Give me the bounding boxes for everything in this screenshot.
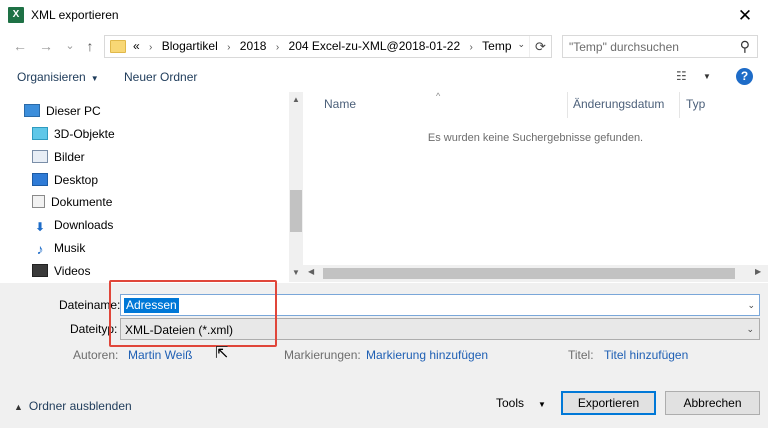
video-icon <box>32 264 48 277</box>
cancel-button[interactable]: Abbrechen <box>665 391 760 415</box>
tree-item-desktop[interactable]: Desktop <box>32 169 98 191</box>
search-box[interactable]: "Temp" durchsuchen ⚲ <box>562 35 758 58</box>
excel-icon: X <box>8 7 24 23</box>
up-arrow-icon[interactable]: ↑ <box>80 36 100 56</box>
organize-label: Organisieren <box>17 70 86 84</box>
search-icon[interactable]: ⚲ <box>740 38 750 55</box>
close-button[interactable]: ✕ <box>722 0 768 31</box>
tags-label: Markierungen: <box>284 348 361 362</box>
hide-folders-button[interactable]: ▲ Ordner ausblenden <box>14 399 132 413</box>
scroll-left-icon[interactable]: ◀ <box>308 267 314 276</box>
empty-result-message: Es wurden keine Suchergebnisse gefunden. <box>427 132 644 144</box>
column-header-date[interactable]: Änderungsdatum <box>573 97 664 111</box>
forward-arrow-icon[interactable]: → <box>36 36 56 56</box>
file-list: ^ Name Änderungsdatum Typ Es wurden kein… <box>303 91 768 282</box>
chevron-right-icon[interactable]: › <box>149 37 152 58</box>
tree-item-label: Downloads <box>54 218 114 232</box>
filename-value[interactable]: Adressen <box>124 298 179 313</box>
navigation-pane: Dieser PC 3D-Objekte Bilder Desktop Doku… <box>0 92 303 282</box>
scroll-up-icon[interactable]: ▲ <box>289 95 303 104</box>
navigation-bar: ← → ⌄ ↑ « › Blogartikel › 2018 › 204 Exc… <box>0 31 768 61</box>
organize-button[interactable]: Organisieren ▼ <box>17 70 99 84</box>
desktop-icon <box>32 173 48 186</box>
tree-item-musik[interactable]: ♪ Musik <box>32 237 86 259</box>
navigation-scrollbar[interactable]: ▲ ▼ <box>289 92 303 282</box>
back-arrow-icon[interactable]: ← <box>10 36 30 56</box>
new-folder-button[interactable]: Neuer Ordner <box>124 70 197 84</box>
add-tag-link[interactable]: Markierung hinzufügen <box>366 348 488 362</box>
scrollbar-thumb[interactable] <box>290 190 302 232</box>
tree-item-label: Bilder <box>54 150 85 164</box>
mouse-cursor-icon: ⇱ <box>215 345 229 362</box>
view-options-icon[interactable]: ☷ <box>676 69 687 83</box>
add-title-link[interactable]: Titel hinzufügen <box>604 348 688 362</box>
tree-item-label: Videos <box>54 264 91 278</box>
search-input[interactable]: "Temp" durchsuchen <box>569 40 679 54</box>
download-icon: ⬇ <box>34 220 46 234</box>
address-bar[interactable]: « › Blogartikel › 2018 › 204 Excel-zu-XM… <box>104 35 552 58</box>
sort-ascending-icon: ^ <box>436 91 441 101</box>
caret-down-icon[interactable]: ▼ <box>703 72 711 81</box>
caret-down-icon: ▼ <box>538 400 546 409</box>
tree-item-label: 3D-Objekte <box>54 127 115 141</box>
breadcrumb-overflow[interactable]: « <box>133 36 140 57</box>
recent-locations-icon[interactable]: ⌄ <box>60 36 80 56</box>
computer-icon <box>24 104 40 117</box>
filetype-label: Dateityp: <box>70 322 118 336</box>
document-icon <box>32 195 45 208</box>
chevron-right-icon[interactable]: › <box>227 37 230 58</box>
tree-item-bilder[interactable]: Bilder <box>32 146 85 168</box>
tree-item-dieser-pc[interactable]: Dieser PC <box>24 100 101 122</box>
filename-input[interactable]: Adressen ⌄ <box>120 294 760 316</box>
caret-down-icon: ▼ <box>90 74 99 83</box>
chevron-down-icon[interactable]: ⌄ <box>746 324 754 335</box>
window-title: XML exportieren <box>31 8 119 22</box>
chevron-right-icon[interactable]: › <box>276 37 279 58</box>
filename-label: Dateiname: <box>59 298 121 312</box>
tree-item-label: Dieser PC <box>46 104 101 118</box>
column-header-type[interactable]: Typ <box>686 97 705 111</box>
tree-item-3d-objekte[interactable]: 3D-Objekte <box>32 123 115 145</box>
scroll-down-icon[interactable]: ▼ <box>289 268 303 277</box>
pictures-icon <box>32 150 48 163</box>
title-label: Titel: <box>568 348 594 362</box>
filetype-value: XML-Dateien (*.xml) <box>125 323 234 337</box>
folder-icon <box>110 40 126 53</box>
cube-icon <box>32 127 48 140</box>
file-list-scrollbar[interactable]: ◀ ▶ <box>303 265 768 282</box>
export-button[interactable]: Exportieren <box>561 391 656 415</box>
title-bar: X XML exportieren ✕ <box>0 0 768 31</box>
help-icon[interactable]: ? <box>736 68 753 85</box>
chevron-up-icon: ▲ <box>14 402 23 412</box>
hide-folders-label: Ordner ausblenden <box>28 399 132 413</box>
breadcrumb-blogartikel[interactable]: Blogartikel <box>162 36 218 57</box>
column-divider[interactable] <box>679 92 680 118</box>
column-header-name[interactable]: Name <box>324 97 356 111</box>
scrollbar-thumb[interactable] <box>323 268 735 279</box>
chevron-right-icon[interactable]: › <box>469 37 472 58</box>
column-divider[interactable] <box>567 92 568 118</box>
tree-item-label: Musik <box>54 241 86 255</box>
music-icon: ♪ <box>36 241 44 257</box>
breadcrumb-excel-zu-xml[interactable]: 204 Excel-zu-XML@2018-01-22 <box>289 36 461 57</box>
command-bar: Organisieren ▼ Neuer Ordner ☷ ▼ ? <box>0 61 768 92</box>
breadcrumb-2018[interactable]: 2018 <box>240 36 267 57</box>
tree-item-dokumente[interactable]: Dokumente <box>32 191 112 213</box>
tools-label: Tools <box>496 396 525 410</box>
chevron-down-icon[interactable]: ⌄ <box>747 300 755 311</box>
authors-value[interactable]: Martin Weiß <box>128 348 192 362</box>
tree-item-downloads[interactable]: ⬇ Downloads <box>32 214 113 236</box>
tree-item-label: Desktop <box>54 173 99 187</box>
tree-item-videos[interactable]: Videos <box>32 260 90 282</box>
refresh-icon[interactable]: ⟳ <box>529 36 551 57</box>
breadcrumb-temp[interactable]: Temp <box>482 36 511 57</box>
tree-item-label: Dokumente <box>51 195 113 209</box>
address-dropdown-icon[interactable]: ⌄ <box>517 39 525 50</box>
filetype-select[interactable]: XML-Dateien (*.xml) ⌄ <box>120 318 760 340</box>
authors-label: Autoren: <box>73 348 119 362</box>
breadcrumb: « › Blogartikel › 2018 › 204 Excel-zu-XM… <box>133 36 512 57</box>
tools-button[interactable]: Tools ▼ <box>496 396 546 410</box>
save-options-panel: Dateiname: Adressen ⌄ Dateityp: XML-Date… <box>0 283 768 428</box>
scroll-right-icon[interactable]: ▶ <box>755 267 761 276</box>
